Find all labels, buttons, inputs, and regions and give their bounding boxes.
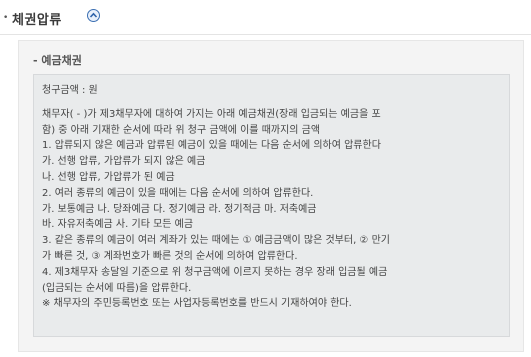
- claim-line: 2. 여러 종류의 예금이 있을 때에는 다음 순서에 의하여 압류한다.: [42, 187, 314, 199]
- claim-line: 가 빠른 것, ③ 계좌번호가 빠른 것의 순서에 의하여 압류한다.: [42, 250, 298, 262]
- claim-description-box: 청구금액 : 원 채무자( - )가 제3채무자에 대하여 가지는 아래 예금채…: [33, 74, 510, 337]
- header-divider: [0, 34, 531, 35]
- subsection-title: - 예금채권: [33, 54, 82, 67]
- claim-line: 바. 자유저축예금 사. 기타 모든 예금: [42, 219, 194, 231]
- collapse-toggle-icon[interactable]: [87, 9, 100, 22]
- claim-line: 1. 압류되지 않은 예금과 압류된 예금이 있을 때에는 다음 순서에 의하여…: [42, 140, 381, 152]
- claim-line: 가. 선행 압류, 가압류가 되지 않은 예금: [42, 156, 206, 168]
- claim-line: 가. 보통예금 나. 당좌예금 다. 정기예금 라. 정기적금 마. 저축예금: [42, 203, 317, 215]
- claim-amount: 청구금액 : 원: [42, 85, 98, 96]
- claim-line: 함) 중 아래 기재한 순서에 따라 위 청구 금액에 이를 때까지의 금액: [42, 124, 321, 136]
- claim-line: (입금되는 순서에 따름)을 압류한다.: [42, 282, 192, 294]
- bullet-icon: •: [3, 13, 9, 23]
- claim-line: 4. 제3채무자 송달일 기준으로 위 청구금액에 이르지 못하는 경우 장래 …: [42, 266, 388, 278]
- claim-line: 3. 같은 종류의 예금이 여러 계좌가 있는 때에는 ① 예금금액이 많은 것…: [42, 235, 390, 247]
- claim-line: 나. 선행 압류, 가압류가 된 예금: [42, 171, 175, 183]
- section-title: 체권압류: [12, 13, 62, 28]
- claim-line: ※ 채무자의 주민등록번호 또는 사업자등록번호를 반드시 기재하여야 한다.: [42, 298, 352, 310]
- deposit-claim-panel: - 예금채권 청구금액 : 원 채무자( - )가 제3채무자에 대하여 가지는…: [18, 40, 524, 352]
- claim-line: 채무자( - )가 제3채무자에 대하여 가지는 아래 예금채권(장래 입금되는…: [42, 108, 381, 120]
- section-header: • 체권압류: [0, 0, 531, 34]
